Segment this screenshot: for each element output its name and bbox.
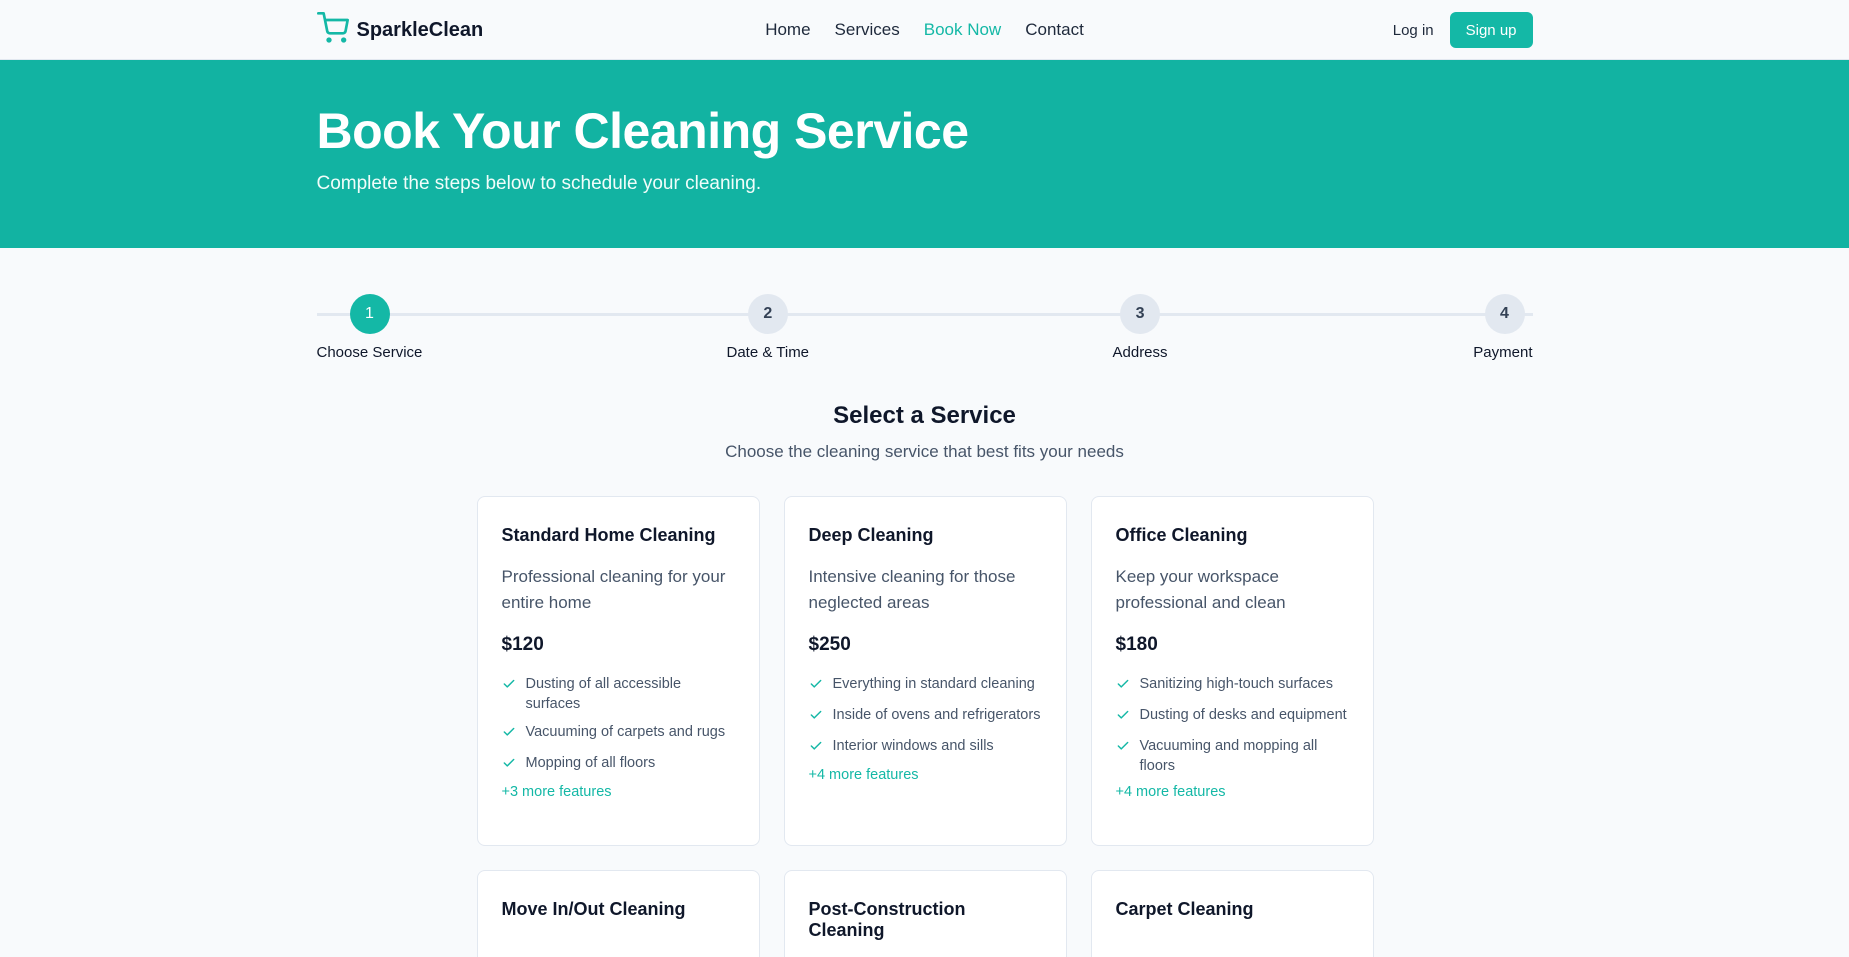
hero-banner: Book Your Cleaning Service Complete the … (0, 60, 1849, 248)
check-icon (1116, 739, 1130, 776)
nav-link-contact[interactable]: Contact (1025, 20, 1084, 40)
step-payment[interactable]: 4 Payment (1473, 284, 1533, 361)
page-subtitle: Complete the steps below to schedule you… (316, 173, 762, 194)
shopping-cart-icon (316, 11, 349, 49)
nav-link-services[interactable]: Services (835, 20, 900, 40)
service-card-post-construction[interactable]: Post-Construction Cleaning (783, 870, 1067, 957)
section-title: Select a Service (833, 402, 1016, 429)
check-icon (809, 677, 823, 697)
service-name: Post-Construction Cleaning (808, 899, 966, 940)
more-features-link[interactable]: +4 more features (1116, 784, 1349, 800)
feature-text: Mopping of all floors (525, 755, 656, 771)
auth-actions: Log in Sign up (1393, 12, 1533, 48)
check-icon (502, 756, 516, 776)
service-name: Move In/Out Cleaning (501, 899, 686, 919)
check-icon (809, 708, 823, 728)
feature-list: Dusting of all accessible surfaces Vacuu… (502, 674, 735, 776)
page-title: Book Your Cleaning Service (316, 103, 970, 159)
step-date-time[interactable]: 2 Date & Time (726, 284, 810, 361)
feature-item: Mopping of all floors (502, 753, 735, 776)
service-card-deep[interactable]: Deep Cleaning Intensive cleaning for tho… (783, 496, 1067, 846)
top-nav: SparkleClean Home Services Book Now Cont… (0, 0, 1849, 60)
step-label: Address (1112, 344, 1168, 361)
step-label: Choose Service (316, 344, 423, 361)
step-choose-service[interactable]: 1 Choose Service (316, 284, 423, 361)
step-address[interactable]: 3 Address (1113, 284, 1168, 361)
feature-text: Vacuuming and mopping all floors (1139, 738, 1318, 774)
feature-list: Sanitizing high-touch surfaces Dusting o… (1116, 674, 1349, 776)
feature-text: Dusting of desks and equipment (1139, 707, 1347, 723)
check-icon (1116, 677, 1130, 697)
feature-text: Everything in standard cleaning (832, 676, 1035, 692)
feature-item: Sanitizing high-touch surfaces (1116, 674, 1349, 697)
brand[interactable]: SparkleClean (316, 11, 484, 49)
feature-text: Interior windows and sills (832, 738, 994, 754)
service-card-move-in-out[interactable]: Move In/Out Cleaning (476, 870, 760, 957)
stepper-track (316, 313, 1533, 316)
brand-name: SparkleClean (356, 18, 484, 41)
feature-item: Vacuuming and mopping all floors (1116, 736, 1349, 776)
check-icon (1116, 708, 1130, 728)
check-icon (502, 725, 516, 745)
check-icon (809, 739, 823, 759)
login-link[interactable]: Log in (1393, 22, 1434, 39)
service-name: Standard Home Cleaning (501, 525, 716, 545)
feature-item: Dusting of all accessible surfaces (502, 674, 735, 714)
nav-link-book-now[interactable]: Book Now (924, 20, 1001, 40)
section-subtitle: Choose the cleaning service that best fi… (725, 442, 1124, 461)
service-card-standard-home[interactable]: Standard Home Cleaning Professional clea… (476, 496, 760, 846)
service-price: $180 (1115, 634, 1158, 655)
feature-text: Vacuuming of carpets and rugs (525, 724, 726, 740)
feature-text: Sanitizing high-touch surfaces (1139, 676, 1333, 692)
feature-text: Inside of ovens and refrigerators (832, 707, 1041, 723)
step-label: Date & Time (726, 344, 810, 361)
service-card-office[interactable]: Office Cleaning Keep your workspace prof… (1090, 496, 1374, 846)
service-description: Intensive cleaning for those neglected a… (808, 567, 1016, 612)
step-number: 3 (1120, 294, 1161, 334)
feature-item: Interior windows and sills (809, 736, 1042, 759)
service-description: Keep your workspace professional and cle… (1115, 567, 1286, 612)
more-features-link[interactable]: +4 more features (809, 767, 1042, 783)
feature-item: Dusting of desks and equipment (1116, 705, 1349, 728)
service-name: Deep Cleaning (808, 525, 934, 545)
signup-button[interactable]: Sign up (1449, 12, 1533, 48)
feature-item: Everything in standard cleaning (809, 674, 1042, 697)
service-price: $120 (501, 634, 544, 655)
feature-list: Everything in standard cleaning Inside o… (809, 674, 1042, 759)
service-price: $250 (808, 634, 851, 655)
service-name: Office Cleaning (1115, 525, 1248, 545)
main-nav: Home Services Book Now Contact (765, 20, 1084, 40)
nav-link-home[interactable]: Home (765, 20, 810, 40)
step-label: Payment (1473, 344, 1533, 361)
service-name: Carpet Cleaning (1115, 899, 1254, 919)
step-number: 2 (747, 294, 788, 334)
step-number: 4 (1484, 294, 1525, 334)
service-card-carpet[interactable]: Carpet Cleaning (1090, 870, 1374, 957)
step-number: 1 (349, 294, 390, 334)
service-grid: Standard Home Cleaning Professional clea… (476, 496, 1374, 957)
feature-item: Vacuuming of carpets and rugs (502, 722, 735, 745)
check-icon (502, 677, 516, 714)
service-description: Professional cleaning for your entire ho… (501, 567, 726, 612)
booking-stepper: 1 Choose Service 2 Date & Time 3 Address… (316, 284, 1533, 374)
more-features-link[interactable]: +3 more features (502, 784, 735, 800)
feature-text: Dusting of all accessible surfaces (525, 676, 682, 712)
feature-item: Inside of ovens and refrigerators (809, 705, 1042, 728)
